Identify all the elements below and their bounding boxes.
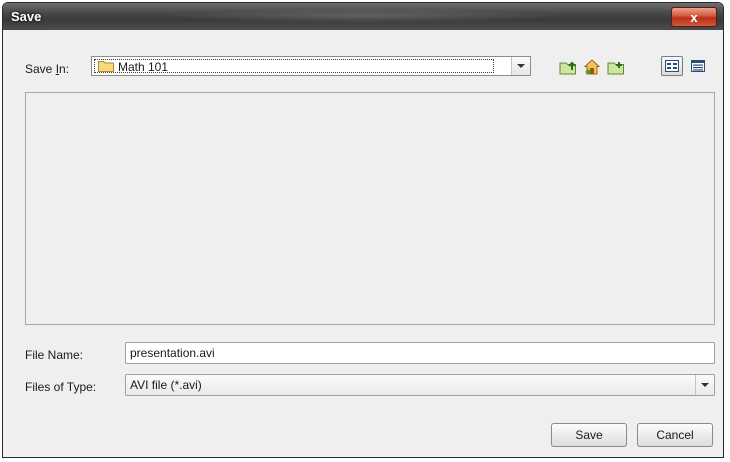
details-view-icon [691,60,705,72]
folder-icon [98,61,114,72]
file-type-dropdown[interactable]: AVI file (*.avi) [125,374,715,396]
save-dialog: Save x Save In: Math 101 File Name: pres… [2,2,724,458]
close-button[interactable]: x [671,7,717,27]
up-one-level-icon[interactable] [559,58,577,76]
file-list-area[interactable] [25,92,715,325]
list-view-button[interactable] [661,56,683,76]
save-in-dropdown[interactable]: Math 101 [91,56,531,76]
file-type-value: AVI file (*.avi) [130,378,202,392]
close-icon: x [690,9,698,25]
file-type-label: Files of Type: [25,380,97,394]
save-in-label: Save In: [25,62,70,76]
list-view-icon [665,60,679,72]
title-bar[interactable]: Save x [3,3,723,30]
chevron-down-icon[interactable] [511,57,530,75]
file-name-input[interactable]: presentation.avi [125,342,715,364]
home-icon[interactable] [583,58,601,76]
save-in-value: Math 101 [118,60,169,74]
dialog-title: Save [11,9,42,24]
new-folder-icon[interactable] [607,58,625,76]
save-button[interactable]: Save [551,423,627,447]
dialog-body: Save In: Math 101 File Name: presentatio… [9,30,717,451]
file-name-label: File Name: [25,348,84,362]
details-view-button[interactable] [687,56,709,76]
cancel-button[interactable]: Cancel [637,423,713,447]
chevron-down-icon[interactable] [695,375,714,395]
